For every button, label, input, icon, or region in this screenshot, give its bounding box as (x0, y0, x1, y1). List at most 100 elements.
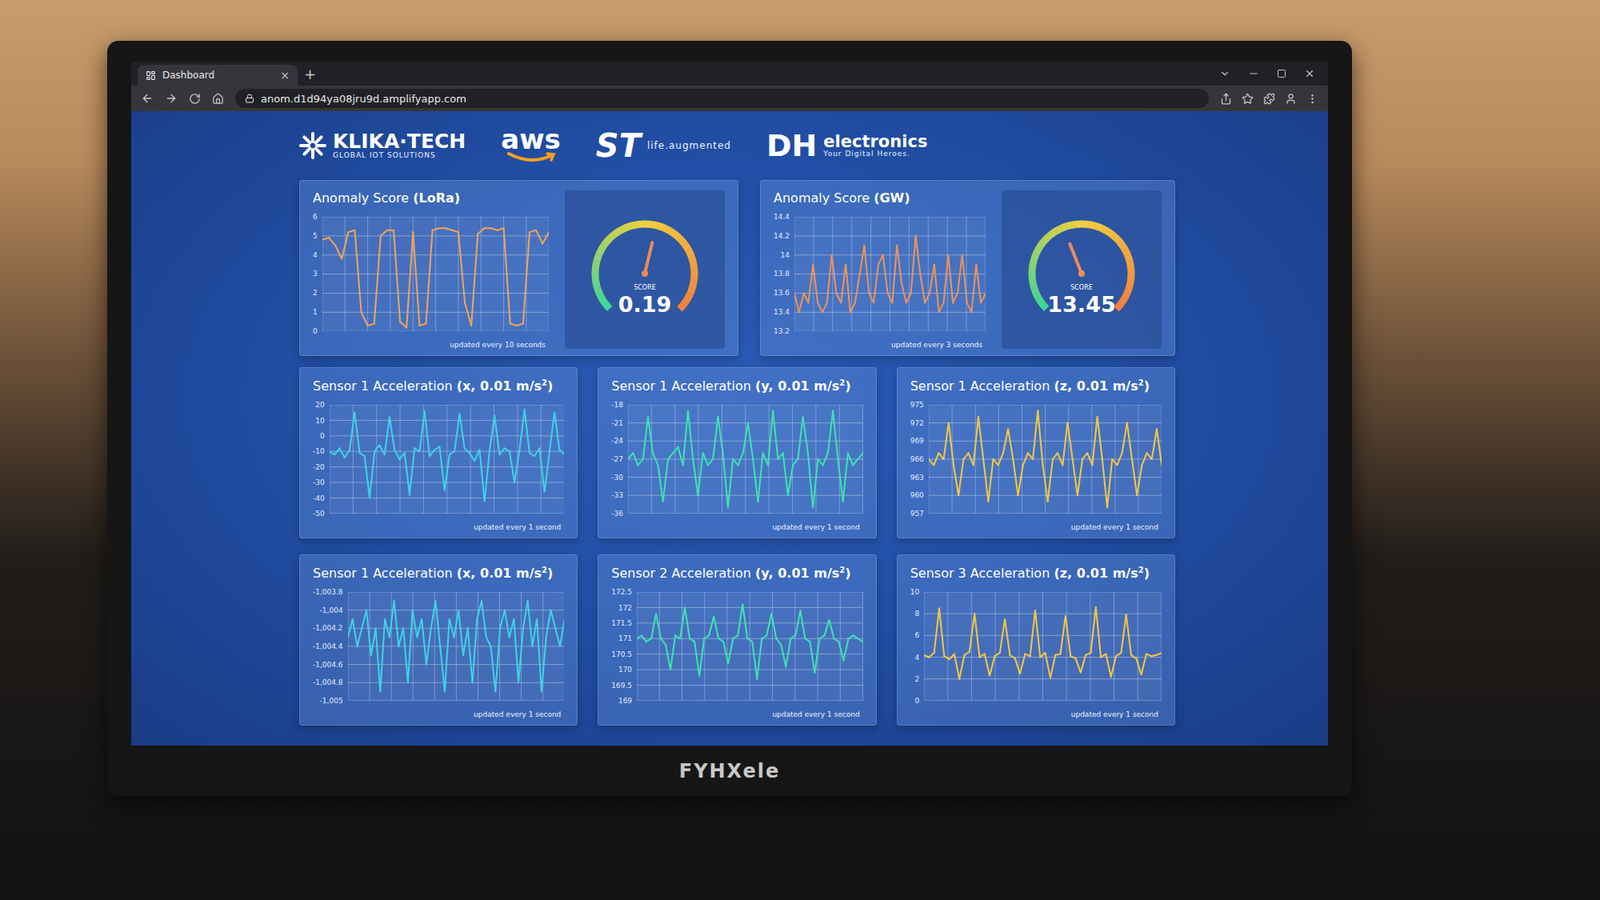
series-segment (911, 236, 916, 294)
gauge-arc (684, 243, 688, 249)
series-segment (968, 453, 973, 466)
series-segment (712, 416, 718, 460)
series-segment (453, 610, 459, 638)
series-segment (756, 638, 762, 679)
y-tick: -1,004.6 (312, 660, 344, 670)
panel-title: Sensor 1 Acceleration (x, 0.01 m/s2) (312, 377, 564, 396)
home-icon[interactable] (212, 92, 224, 105)
series-segment (840, 264, 846, 303)
new-tab-button[interactable]: + (304, 65, 316, 83)
series-segment (652, 453, 658, 466)
grid-line (1137, 404, 1139, 514)
gauge-arc (1042, 238, 1048, 244)
series-segment (541, 637, 547, 692)
series-segment (668, 453, 673, 460)
series-segment (361, 610, 367, 629)
series-segment (834, 638, 840, 642)
y-tick: 966 (910, 454, 924, 464)
y-tick: 960 (910, 490, 924, 500)
series-segment (387, 229, 394, 232)
grid-line (975, 404, 976, 514)
series-segment (440, 646, 445, 692)
chart: 172.5172171.5171170.5170169.5169 (611, 587, 863, 706)
series-segment (815, 638, 820, 673)
logo-name: ST (596, 127, 641, 164)
grid-line (435, 216, 436, 332)
series-segment (1067, 423, 1072, 460)
y-tick: -30 (611, 472, 624, 483)
minimize-icon[interactable] (1248, 68, 1260, 80)
menu-icon[interactable] (1306, 92, 1319, 105)
reload-icon[interactable] (188, 92, 201, 105)
series-segment (518, 628, 524, 683)
series-segment (421, 619, 427, 665)
grid-line (674, 404, 676, 514)
tab-close-button[interactable]: × (280, 68, 290, 82)
series-segment (503, 228, 510, 324)
series-segment (348, 230, 355, 232)
series-segment (860, 245, 865, 275)
url-field[interactable]: anom.d1d94ya08jru9d.amplifyapp.com (235, 88, 1209, 108)
series-segment (934, 264, 940, 312)
series-segment (379, 445, 384, 456)
series-segment (663, 459, 668, 502)
forward-icon[interactable] (164, 92, 178, 105)
gauge-label: SCORE (1070, 284, 1093, 292)
gauge-arc (1068, 224, 1076, 226)
profile-icon[interactable] (1284, 92, 1297, 105)
y-axis: -1,003.8-1,004-1,004.2-1,004.4-1,004.6-1… (312, 587, 344, 706)
series-segment (958, 459, 964, 496)
maximize-icon[interactable] (1276, 68, 1287, 79)
gauge-arc (690, 254, 693, 261)
y-tick: 14.4 (773, 212, 790, 222)
series-segment (1132, 459, 1137, 496)
grid-line (794, 592, 796, 701)
grid-line (480, 216, 482, 332)
bookmark-star-icon[interactable] (1241, 92, 1254, 105)
gauge-score: 13.45 (1047, 292, 1116, 317)
update-note: updated every 1 second (611, 710, 863, 719)
y-tick: 0 (320, 431, 325, 441)
series-segment (803, 416, 808, 453)
series-segment (688, 411, 693, 460)
series-segment (944, 656, 949, 660)
close-icon[interactable] (1304, 68, 1316, 80)
gauge-arc (638, 220, 646, 229)
series-segment (430, 600, 436, 628)
series-segment (717, 416, 723, 453)
gauge-arc (605, 238, 611, 244)
series-segment (339, 448, 344, 458)
aws-smile-icon (505, 151, 557, 164)
series-segment (799, 292, 804, 312)
gauge-hub (1078, 270, 1085, 277)
series-segment (416, 619, 422, 638)
browser-tab[interactable]: Dashboard× (137, 64, 298, 86)
series-segment (843, 453, 848, 502)
grid-line (832, 216, 833, 332)
window-controls (1219, 68, 1322, 80)
y-tick: 2 (312, 288, 318, 298)
series-segment (1146, 453, 1152, 460)
series-segment (509, 451, 515, 483)
series-segment (953, 465, 959, 496)
series-segment (1032, 411, 1038, 460)
klika-tech-logo: KLIKA·TECHGLOBAL IOT SOLUTIONS (299, 131, 466, 160)
share-icon[interactable] (1220, 92, 1232, 105)
score-gauge: SCORE13.45 (1013, 209, 1150, 330)
series-segment (848, 635, 854, 639)
series-segment (407, 610, 412, 684)
chevron-down-icon[interactable] (1219, 68, 1231, 80)
series-segment (524, 409, 529, 453)
series-segment (832, 255, 837, 294)
series-segment (549, 412, 555, 452)
back-icon[interactable] (140, 92, 154, 105)
chart: 14.414.21413.813.613.413.2 (773, 212, 986, 336)
series-segment (868, 292, 874, 303)
series-segment (439, 447, 444, 491)
series-segment (375, 628, 380, 692)
grid-line (1089, 592, 1091, 701)
series-segment (839, 641, 844, 660)
gauge-arc (1051, 230, 1057, 235)
series-segment (380, 619, 385, 692)
extensions-icon[interactable] (1263, 92, 1276, 105)
